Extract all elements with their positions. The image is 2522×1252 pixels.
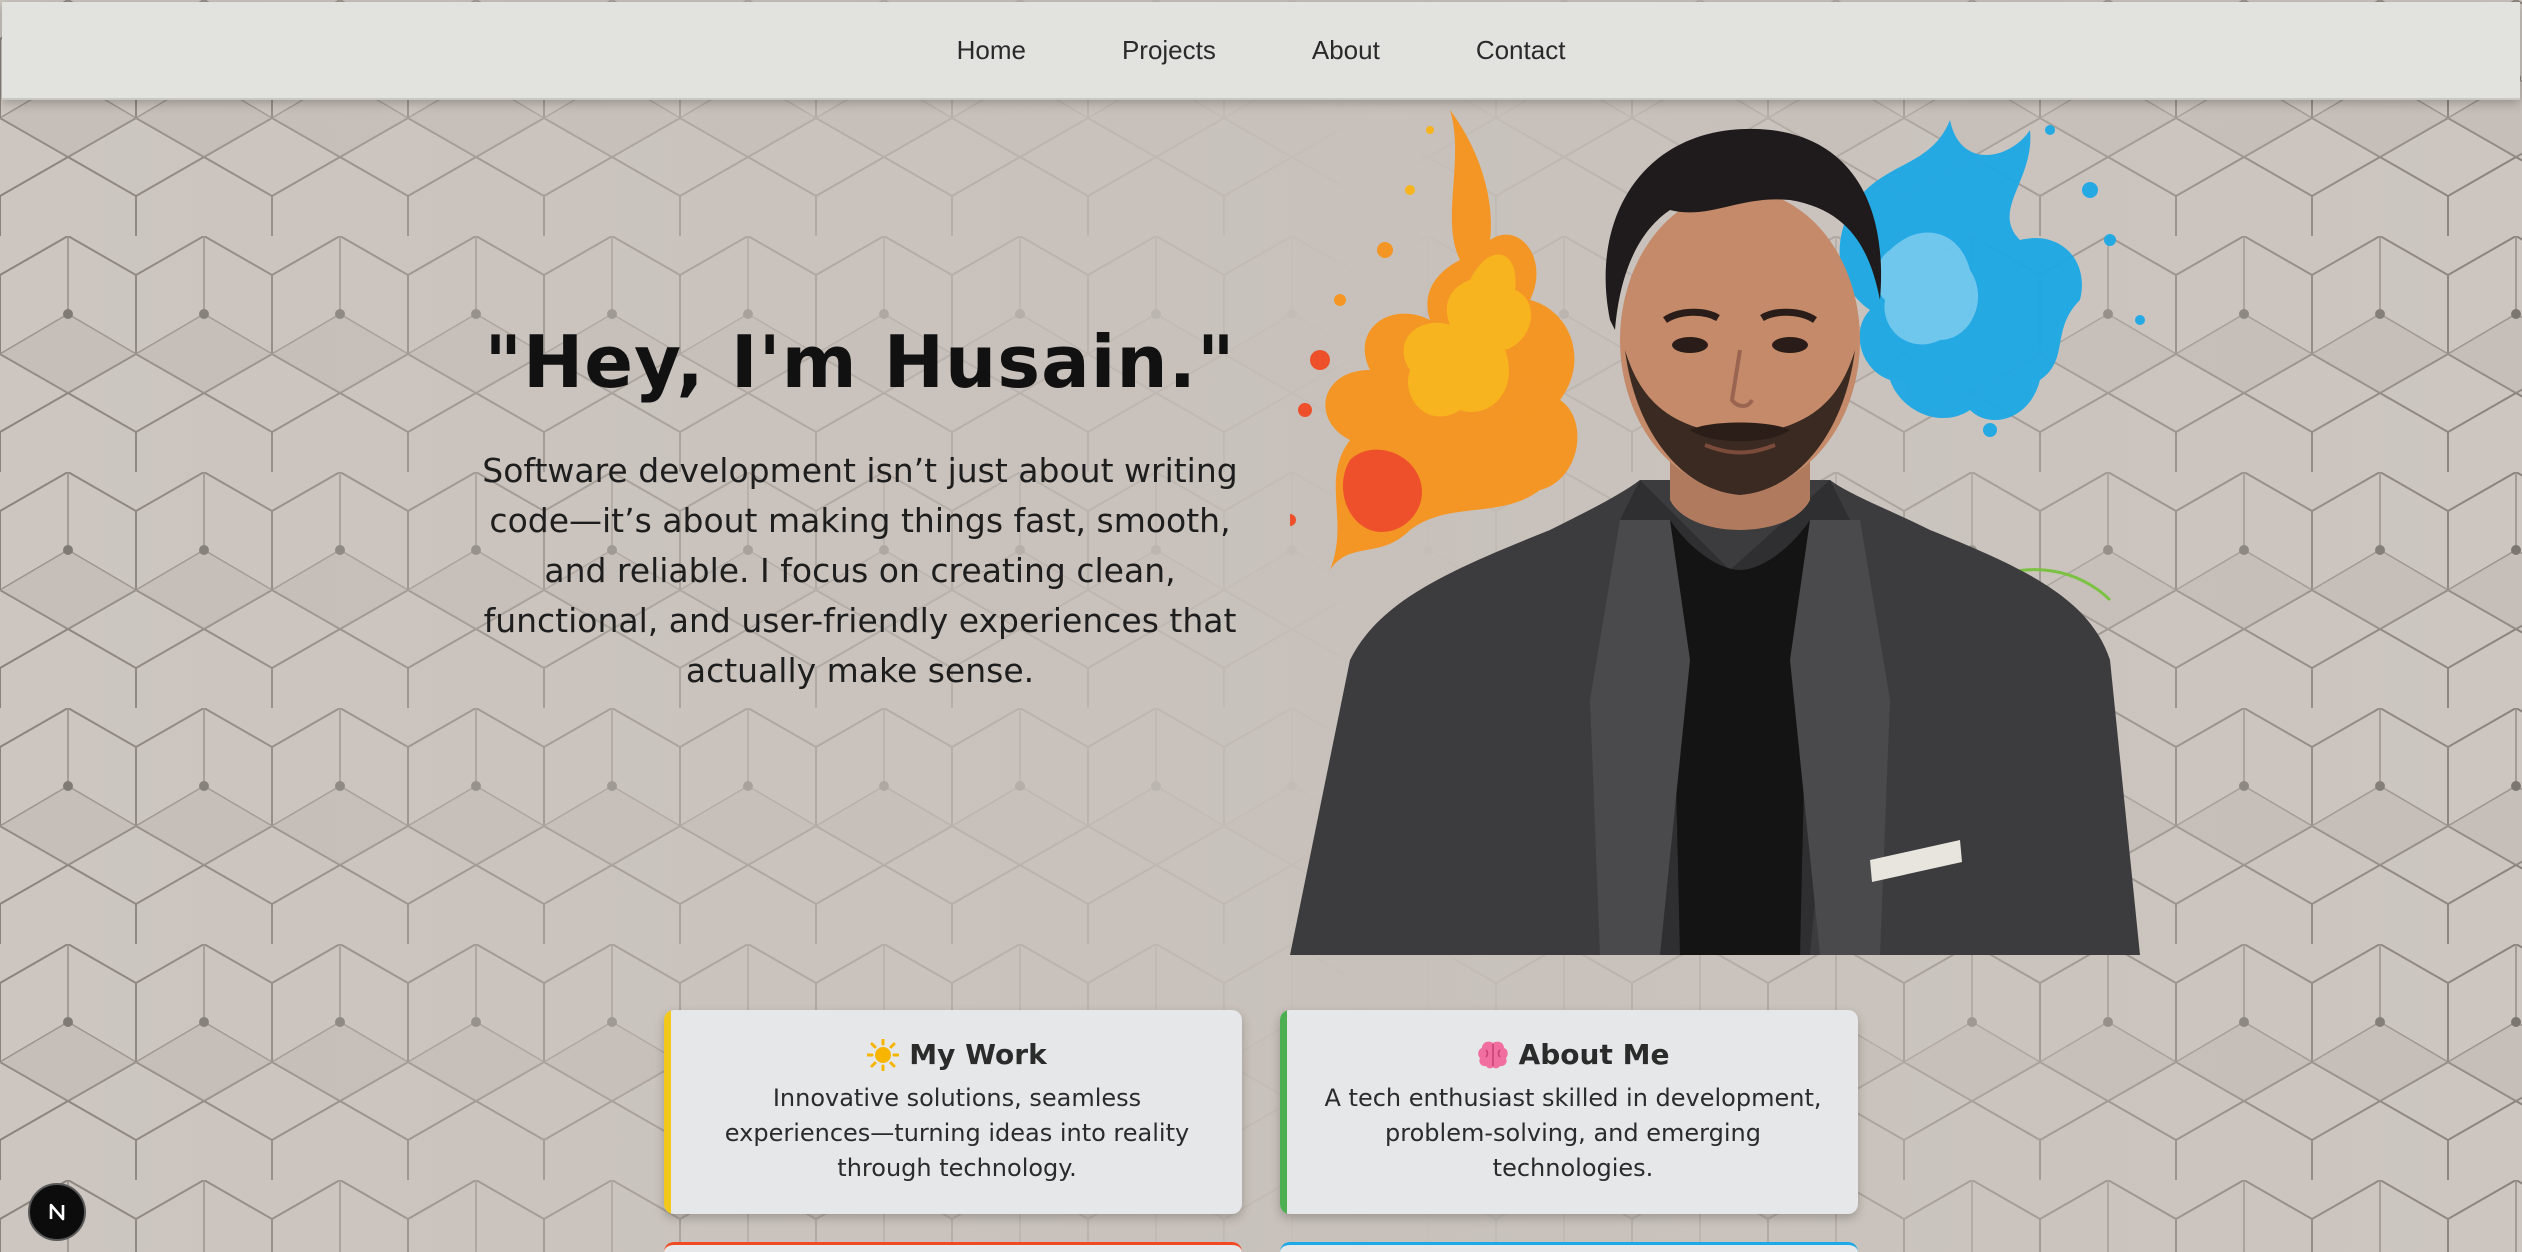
card-desc-about-me: A tech enthusiast skilled in development…	[1324, 1084, 1822, 1182]
brain-icon	[1477, 1041, 1508, 1068]
card-peek-right	[1280, 1242, 1858, 1252]
hero-title: "Hey, I'm Husain."	[484, 320, 1236, 404]
card-accent-stripe	[1280, 1010, 1287, 1214]
nextjs-icon	[49, 1203, 65, 1221]
nav-link-projects[interactable]: Projects	[1106, 27, 1232, 74]
blue-paint-splash	[1839, 120, 2145, 437]
sun-icon	[867, 1038, 900, 1071]
orange-paint-splash	[1290, 110, 1578, 570]
card-my-work[interactable]: My Work Innovative solutions, seamless e…	[664, 1010, 1242, 1214]
card-about-me[interactable]: About Me A tech enthusiast skilled in de…	[1280, 1010, 1858, 1214]
nextjs-dev-badge[interactable]	[28, 1183, 86, 1241]
nav-link-contact[interactable]: Contact	[1460, 27, 1582, 74]
card-desc-my-work: Innovative solutions, seamless experienc…	[724, 1084, 1190, 1182]
card-peek-left	[664, 1242, 1242, 1252]
nav-link-home[interactable]: Home	[941, 27, 1042, 74]
card-title-about-me: About Me	[1518, 1038, 1670, 1071]
nav-link-about[interactable]: About	[1296, 27, 1396, 74]
card-accent-stripe	[664, 1010, 671, 1214]
profile-portrait	[1290, 110, 2145, 955]
top-navbar: Home Projects About Contact	[2, 2, 2520, 100]
card-title-my-work: My Work	[909, 1038, 1047, 1071]
hero-description: Software development isn’t just about wr…	[482, 451, 1238, 690]
